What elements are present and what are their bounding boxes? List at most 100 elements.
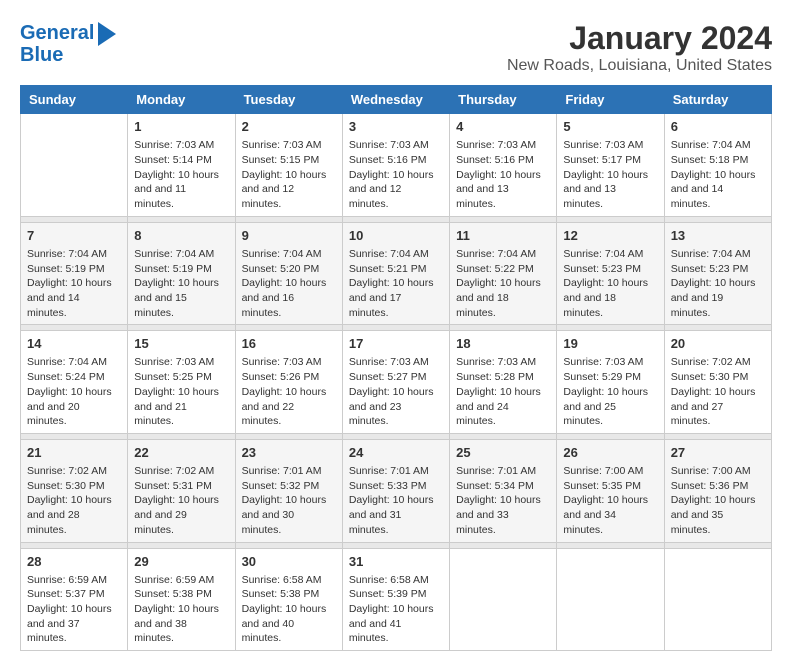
daylight-text-2: and and 17 minutes. [349,292,402,319]
daylight-text: Daylight: 10 hours [27,603,112,615]
daylight-text-2: and and 31 minutes. [349,509,402,536]
daylight-text: Daylight: 10 hours [349,386,434,398]
daylight-text-2: and and 41 minutes. [349,618,402,645]
sunset-text: Sunset: 5:19 PM [134,263,212,275]
calendar-cell-w5-d4: 31Sunrise: 6:58 AMSunset: 5:39 PMDayligh… [342,548,449,651]
daylight-text: Daylight: 10 hours [27,277,112,289]
day-number: 23 [242,444,336,462]
calendar-week-row-5: 28Sunrise: 6:59 AMSunset: 5:37 PMDayligh… [21,548,772,651]
sunrise-text: Sunrise: 6:59 AM [27,574,107,586]
day-number: 7 [27,227,121,245]
daylight-text-2: and and 24 minutes. [456,401,509,428]
daylight-text-2: and and 12 minutes. [349,183,402,210]
sunset-text: Sunset: 5:19 PM [27,263,105,275]
logo: General Blue [20,20,116,67]
calendar-cell-w2-d3: 9Sunrise: 7:04 AMSunset: 5:20 PMDaylight… [235,222,342,325]
sunrise-text: Sunrise: 7:04 AM [134,248,214,260]
sunrise-text: Sunrise: 7:04 AM [27,356,107,368]
daylight-text-2: and and 38 minutes. [134,618,187,645]
calendar-week-row-3: 14Sunrise: 7:04 AMSunset: 5:24 PMDayligh… [21,331,772,434]
daylight-text: Daylight: 10 hours [242,494,327,506]
sunrise-text: Sunrise: 7:02 AM [671,356,751,368]
daylight-text-2: and and 40 minutes. [242,618,295,645]
calendar-cell-w1-d5: 4Sunrise: 7:03 AMSunset: 5:16 PMDaylight… [450,114,557,217]
title-block: January 2024 New Roads, Louisiana, Unite… [507,20,772,75]
calendar-header-row: Sunday Monday Tuesday Wednesday Thursday… [21,86,772,114]
page-header: General Blue January 2024 New Roads, Lou… [20,20,772,75]
day-number: 5 [563,118,657,136]
daylight-text: Daylight: 10 hours [242,169,327,181]
daylight-text: Daylight: 10 hours [671,494,756,506]
calendar-cell-w3-d2: 15Sunrise: 7:03 AMSunset: 5:25 PMDayligh… [128,331,235,434]
sunrise-text: Sunrise: 7:01 AM [456,465,536,477]
daylight-text-2: and and 11 minutes. [134,183,186,210]
day-number: 24 [349,444,443,462]
sunrise-text: Sunrise: 7:00 AM [563,465,643,477]
daylight-text: Daylight: 10 hours [456,386,541,398]
daylight-text: Daylight: 10 hours [134,169,219,181]
daylight-text-2: and and 22 minutes. [242,401,295,428]
sunset-text: Sunset: 5:20 PM [242,263,320,275]
sunrise-text: Sunrise: 7:04 AM [456,248,536,260]
logo-general: General [20,22,94,44]
page-subtitle: New Roads, Louisiana, United States [507,57,772,75]
header-tuesday: Tuesday [235,86,342,114]
sunrise-text: Sunrise: 7:03 AM [349,356,429,368]
calendar-cell-w5-d2: 29Sunrise: 6:59 AMSunset: 5:38 PMDayligh… [128,548,235,651]
sunset-text: Sunset: 5:23 PM [563,263,641,275]
daylight-text: Daylight: 10 hours [456,169,541,181]
calendar-cell-w3-d7: 20Sunrise: 7:02 AMSunset: 5:30 PMDayligh… [664,331,771,434]
calendar-cell-w5-d7 [664,548,771,651]
daylight-text-2: and and 14 minutes. [671,183,724,210]
calendar-cell-w5-d3: 30Sunrise: 6:58 AMSunset: 5:38 PMDayligh… [235,548,342,651]
header-sunday: Sunday [21,86,128,114]
sunset-text: Sunset: 5:14 PM [134,154,212,166]
daylight-text: Daylight: 10 hours [242,277,327,289]
daylight-text-2: and and 25 minutes. [563,401,616,428]
sunset-text: Sunset: 5:37 PM [27,588,105,600]
calendar-cell-w4-d6: 26Sunrise: 7:00 AMSunset: 5:35 PMDayligh… [557,439,664,542]
daylight-text: Daylight: 10 hours [456,277,541,289]
sunset-text: Sunset: 5:28 PM [456,371,534,383]
sunrise-text: Sunrise: 7:03 AM [134,139,214,151]
sunset-text: Sunset: 5:35 PM [563,480,641,492]
sunrise-text: Sunrise: 7:04 AM [349,248,429,260]
sunrise-text: Sunrise: 7:00 AM [671,465,751,477]
calendar-cell-w3-d4: 17Sunrise: 7:03 AMSunset: 5:27 PMDayligh… [342,331,449,434]
sunrise-text: Sunrise: 7:04 AM [563,248,643,260]
day-number: 25 [456,444,550,462]
day-number: 4 [456,118,550,136]
day-number: 11 [456,227,550,245]
sunrise-text: Sunrise: 7:03 AM [242,356,322,368]
daylight-text: Daylight: 10 hours [563,386,648,398]
calendar-cell-w4-d5: 25Sunrise: 7:01 AMSunset: 5:34 PMDayligh… [450,439,557,542]
sunrise-text: Sunrise: 7:04 AM [671,248,751,260]
daylight-text-2: and and 16 minutes. [242,292,295,319]
daylight-text-2: and and 18 minutes. [563,292,616,319]
sunrise-text: Sunrise: 7:03 AM [563,139,643,151]
day-number: 8 [134,227,228,245]
calendar-cell-w1-d1 [21,114,128,217]
sunset-text: Sunset: 5:30 PM [671,371,749,383]
day-number: 14 [27,335,121,353]
sunset-text: Sunset: 5:34 PM [456,480,534,492]
calendar-cell-w4-d3: 23Sunrise: 7:01 AMSunset: 5:32 PMDayligh… [235,439,342,542]
sunrise-text: Sunrise: 7:03 AM [134,356,214,368]
calendar-cell-w2-d5: 11Sunrise: 7:04 AMSunset: 5:22 PMDayligh… [450,222,557,325]
calendar-cell-w5-d5 [450,548,557,651]
sunset-text: Sunset: 5:26 PM [242,371,320,383]
sunrise-text: Sunrise: 7:03 AM [563,356,643,368]
sunrise-text: Sunrise: 6:58 AM [242,574,322,586]
header-monday: Monday [128,86,235,114]
sunrise-text: Sunrise: 6:59 AM [134,574,214,586]
sunset-text: Sunset: 5:38 PM [134,588,212,600]
daylight-text: Daylight: 10 hours [134,277,219,289]
sunrise-text: Sunrise: 7:02 AM [134,465,214,477]
sunrise-text: Sunrise: 7:01 AM [349,465,429,477]
day-number: 22 [134,444,228,462]
daylight-text-2: and and 27 minutes. [671,401,724,428]
day-number: 26 [563,444,657,462]
daylight-text-2: and and 18 minutes. [456,292,509,319]
sunset-text: Sunset: 5:15 PM [242,154,320,166]
day-number: 31 [349,553,443,571]
